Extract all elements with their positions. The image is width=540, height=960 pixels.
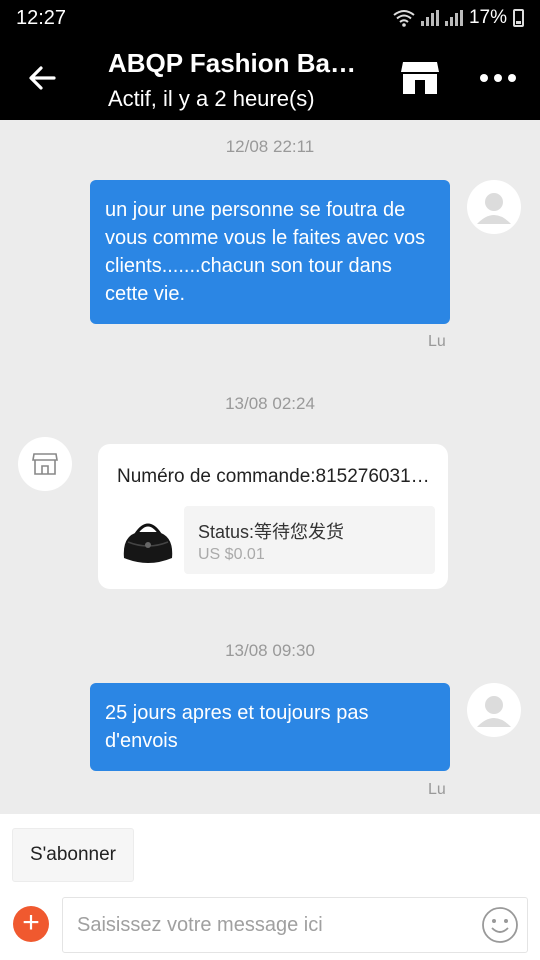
sent-message-bubble[interactable]: un jour une personne se foutra de vous c… <box>90 180 450 324</box>
chat-header: ABQP Fashion Bags Store Actif, il y a 2 … <box>0 36 540 120</box>
subscribe-button[interactable]: S'abonner <box>12 828 134 882</box>
chat-subtitle: Actif, il y a 2 heure(s) <box>108 86 315 111</box>
battery-icon <box>513 9 524 27</box>
sent-message-bubble[interactable]: 25 jours apres et toujours pas d'envois <box>90 683 450 771</box>
chat-area[interactable]: 12/08 22:11 un jour une personne se fout… <box>0 120 540 814</box>
signal-icon <box>420 10 439 26</box>
message-timestamp: 13/08 09:30 <box>225 641 315 660</box>
message-timestamp: 13/08 02:24 <box>225 394 315 413</box>
message-timestamp: 12/08 22:11 <box>225 137 315 156</box>
order-number: Numéro de commande:8152760315236254 <box>117 466 433 487</box>
order-status: Status:等待您发货 <box>198 522 345 542</box>
plus-icon[interactable]: + <box>13 906 49 942</box>
composer-area: S'abonner + <box>0 814 540 960</box>
read-receipt: Lu <box>428 781 446 798</box>
handbag-thumbnail <box>123 523 173 563</box>
battery-percent: 17% <box>468 7 507 28</box>
order-status-panel: Status:等待您发货 US $0.01 <box>184 506 435 574</box>
chat-title: ABQP Fashion Bags Store <box>108 48 370 78</box>
order-price: US $0.01 <box>198 546 265 563</box>
user-avatar[interactable] <box>467 683 521 737</box>
wifi-icon <box>393 10 415 27</box>
user-avatar-icon <box>477 193 511 224</box>
back-arrow-icon[interactable] <box>26 62 58 94</box>
message-input[interactable] <box>62 897 528 953</box>
user-avatar-icon <box>477 696 511 727</box>
emoji-icon[interactable] <box>481 906 519 944</box>
shop-icon <box>32 453 58 475</box>
shop-avatar[interactable] <box>18 437 72 491</box>
status-bar: 12:27 17% <box>0 0 540 36</box>
more-options-icon[interactable] <box>480 74 516 84</box>
read-receipt: Lu <box>428 333 446 350</box>
order-card[interactable]: Numéro de commande:8152760315236254 Stat… <box>98 444 448 589</box>
status-time: 12:27 <box>16 6 67 29</box>
signal-icon-2 <box>444 10 463 26</box>
user-avatar[interactable] <box>467 180 521 234</box>
status-icons: 17% <box>393 7 524 29</box>
store-icon[interactable] <box>400 60 440 96</box>
